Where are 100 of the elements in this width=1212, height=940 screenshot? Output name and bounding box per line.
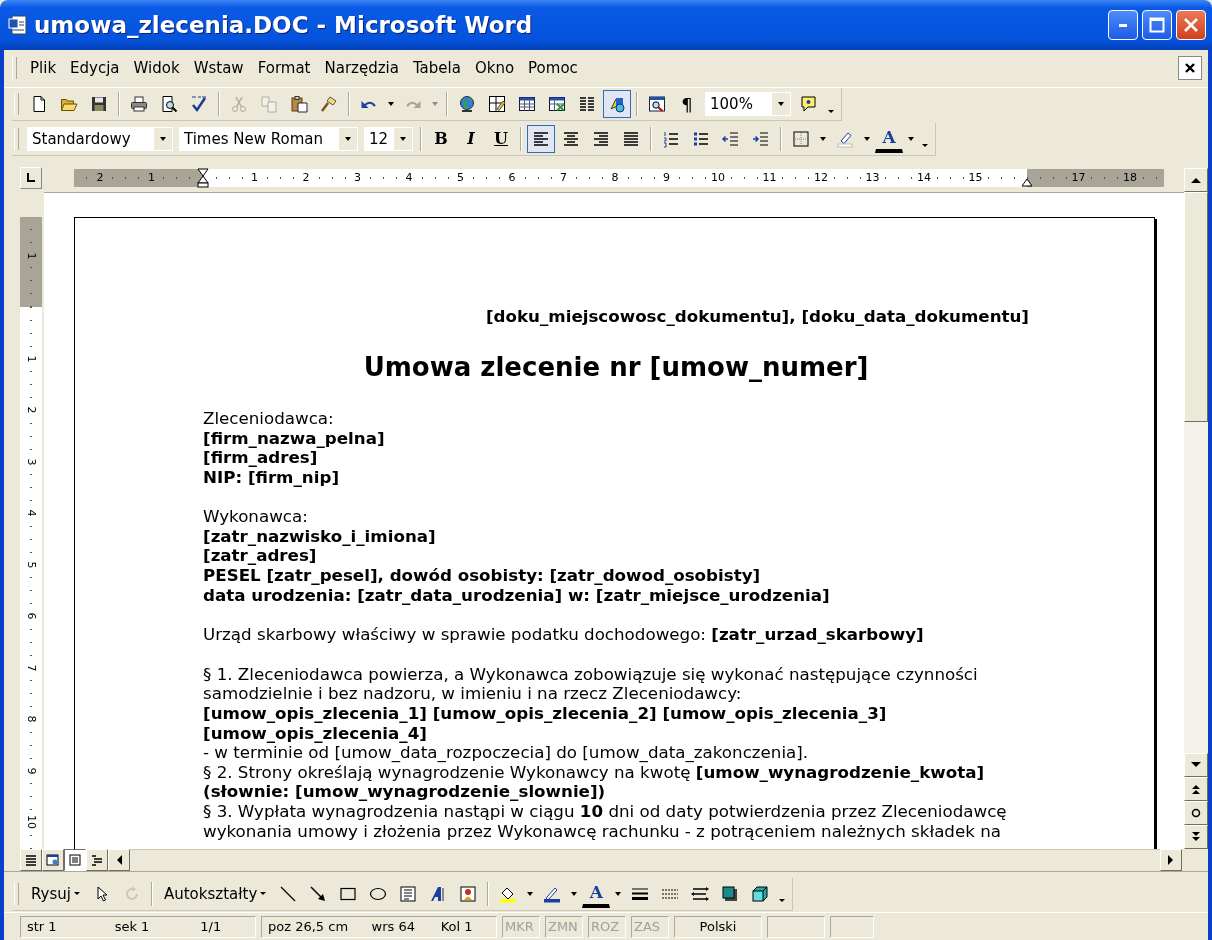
menu-item[interactable]: Pomoc bbox=[521, 57, 585, 80]
menu-item[interactable]: Narzędzia bbox=[317, 57, 406, 80]
double-up-arrow-icon bbox=[1190, 783, 1202, 796]
ruler-number: 1 bbox=[25, 251, 37, 261]
document-text: § 3. Wypłata wynagrodzenia nastąpi w ciągu 10 dni od daty potwierdzenia przez Zleceniodawcę bbox=[203, 802, 1008, 822]
caret-icon bbox=[527, 891, 534, 896]
previous-page-button[interactable] bbox=[1184, 777, 1208, 802]
status-mode-indicator: ROZ bbox=[591, 919, 620, 935]
table-icon bbox=[518, 95, 536, 114]
show-formatting-button[interactable]: ¶ bbox=[673, 90, 701, 119]
shadow-square-icon bbox=[721, 884, 740, 903]
border-grid-icon bbox=[792, 129, 810, 148]
drawing-button[interactable] bbox=[603, 90, 631, 119]
caret-icon bbox=[778, 102, 784, 107]
menu-item[interactable]: Edycja bbox=[63, 57, 127, 80]
lines-icon bbox=[24, 853, 38, 868]
status-mode-indicator: MKR bbox=[505, 919, 534, 935]
document-text: § 2. Strony określają wynagrodzenie Wykonawcy na kwotę [umow_wynagrodzenie_kwota] bbox=[203, 762, 986, 783]
document-text: wykonania umowy i złożenia przez Wykonawcę rachunku - z potrąceniem należnych składek na bbox=[203, 821, 1002, 842]
style-dropdown[interactable]: Standardowy bbox=[27, 126, 173, 151]
menu-item[interactable]: Wstaw bbox=[186, 57, 251, 80]
status-text: 1/1 bbox=[200, 919, 223, 935]
menu-item[interactable]: Plik bbox=[23, 57, 64, 80]
web-view-button[interactable] bbox=[42, 849, 64, 872]
indent-icon bbox=[752, 129, 770, 148]
caret-icon bbox=[388, 102, 394, 107]
status-panel bbox=[767, 915, 825, 938]
scissors-icon bbox=[230, 95, 248, 114]
menu-item[interactable]: Widok bbox=[126, 57, 187, 80]
font-color-button[interactable]: A bbox=[582, 879, 611, 908]
document-text: Zleceniodawca: bbox=[203, 408, 335, 429]
document-title: Umowa zlecenie nr [umow_numer] bbox=[362, 351, 870, 382]
draw-menu[interactable]: Rysuj bbox=[25, 879, 86, 908]
outdent-icon bbox=[722, 129, 740, 148]
document-text: NIP: [firm_nip] bbox=[203, 467, 341, 488]
document-text: - w terminie od [umow_data_rozpoczecia] do [umow_data_zakonczenia]. bbox=[203, 743, 810, 763]
caret-icon bbox=[345, 136, 351, 141]
align-left-button[interactable] bbox=[527, 124, 555, 153]
copy-icon bbox=[260, 95, 278, 114]
underline-button[interactable]: U bbox=[487, 124, 515, 153]
status-text: str 1 bbox=[27, 919, 58, 935]
document-text: [umow_opis_zlecenia_1] [umow_opis_zlecenia_2] [umow_opis_zlecenia_3] bbox=[203, 704, 888, 724]
align-left-icon bbox=[532, 129, 550, 148]
next-page-button[interactable] bbox=[1184, 825, 1208, 850]
autoshapes-menu[interactable]: Autokształty bbox=[157, 879, 273, 908]
caret-icon bbox=[432, 102, 438, 107]
double-arrows-icon bbox=[691, 884, 710, 903]
close-document-button[interactable] bbox=[1178, 56, 1202, 81]
zoom-dropdown[interactable]: 100% bbox=[705, 92, 791, 117]
document-header-text: [doku_miejscowosc_dokumentu], [doku_data_dokumentu] bbox=[484, 307, 1029, 327]
document-text: [zatr_adres] bbox=[203, 546, 317, 567]
outline-view-button[interactable] bbox=[86, 849, 108, 872]
checkmark-icon bbox=[190, 95, 208, 114]
ruler-number: 2 bbox=[25, 405, 37, 415]
status-panel bbox=[830, 915, 874, 938]
clipboard-icon bbox=[290, 95, 308, 114]
menu-item[interactable]: Format bbox=[250, 57, 318, 80]
font-dropdown[interactable]: Times New Roman bbox=[179, 126, 358, 151]
scroll-down-button[interactable] bbox=[1184, 753, 1208, 778]
menu-item[interactable]: Okno bbox=[467, 57, 522, 80]
chevron-icon bbox=[828, 109, 834, 113]
close-icon bbox=[1184, 62, 1196, 75]
up-arrow-icon bbox=[1190, 175, 1202, 186]
double-down-arrow-icon bbox=[1190, 831, 1202, 844]
status-mode-indicator: ZAS bbox=[634, 919, 661, 935]
status-text: poz 26,5 cm bbox=[268, 919, 350, 935]
scroll-thumb[interactable] bbox=[1184, 192, 1208, 423]
bold-button[interactable]: B bbox=[427, 124, 455, 153]
ruler-number: 10 bbox=[25, 814, 37, 831]
font-color-button[interactable]: A bbox=[875, 124, 903, 153]
maximize-button[interactable] bbox=[1142, 10, 1172, 40]
close-button[interactable] bbox=[1176, 10, 1206, 40]
maximize-icon bbox=[1149, 17, 1165, 33]
scroll-up-button[interactable] bbox=[1184, 168, 1208, 193]
text-box-icon bbox=[399, 884, 418, 903]
font-size-dropdown[interactable]: 12 bbox=[364, 126, 413, 151]
window-icon bbox=[46, 853, 60, 868]
ruler-number: 9 bbox=[25, 766, 37, 776]
select-browse-object-button[interactable] bbox=[1184, 801, 1208, 826]
italic-button[interactable]: I bbox=[457, 124, 485, 153]
caret-icon bbox=[571, 891, 578, 896]
normal-view-button[interactable] bbox=[20, 849, 42, 872]
numbered-list-icon bbox=[662, 129, 680, 148]
ruler-number: 7 bbox=[25, 663, 37, 673]
globe-icon bbox=[458, 95, 476, 114]
menu-item[interactable]: Tabela bbox=[405, 57, 468, 80]
document-text: [firm_nazwa_pelna] bbox=[203, 428, 386, 449]
caret-icon bbox=[864, 136, 870, 141]
print-layout-view-button[interactable] bbox=[64, 849, 86, 872]
status-text: sek 1 bbox=[114, 919, 151, 935]
minimize-button[interactable] bbox=[1108, 10, 1138, 40]
document-text: PESEL [zatr_pesel], dowód osobisty: [zatr_dowod_osobisty] bbox=[203, 566, 762, 586]
caret-icon bbox=[820, 136, 826, 141]
scroll-right-button[interactable] bbox=[1160, 849, 1182, 872]
ruler-number: 8 bbox=[25, 714, 37, 724]
chevron-icon bbox=[779, 899, 786, 903]
caret-icon bbox=[615, 891, 622, 896]
tab-selector-button[interactable] bbox=[20, 167, 42, 190]
document-text: Wykonawca: bbox=[203, 505, 309, 527]
scroll-left-button[interactable] bbox=[108, 849, 130, 872]
